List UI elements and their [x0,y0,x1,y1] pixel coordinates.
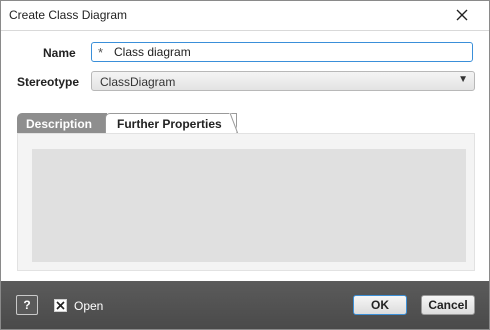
cancel-button[interactable]: Cancel [421,295,475,315]
tab-description-label: Description [26,117,93,131]
dialog-footer: ? Open OK Cancel [1,281,489,329]
tab-description[interactable]: Description [17,113,107,134]
chevron-down-icon: ▼ [458,74,468,85]
close-button[interactable] [453,6,471,24]
tab-further-properties-label: Further Properties [117,117,222,131]
open-checkbox[interactable] [54,299,67,312]
description-tab-panel [17,133,475,271]
name-field[interactable]: * [91,42,473,62]
create-class-diagram-dialog: Create Class Diagram Name * Stereotype C… [0,0,490,330]
required-marker: * [98,45,104,60]
close-icon [456,9,468,21]
open-checkbox-label: Open [74,299,104,313]
tab-edge-decoration [229,113,239,134]
stereotype-select[interactable]: ClassDiagram ▼ [91,71,475,91]
tab-further-properties[interactable]: Further Properties [105,113,237,134]
ok-button[interactable]: OK [353,295,407,315]
description-textarea[interactable] [32,149,466,262]
name-label: Name [43,46,76,60]
help-button[interactable]: ? [16,295,38,315]
stereotype-selected-value: ClassDiagram [100,75,176,89]
title-bar: Create Class Diagram [1,1,489,31]
checkmark-icon [56,301,65,310]
dialog-title: Create Class Diagram [9,8,128,22]
stereotype-label: Stereotype [17,75,80,89]
name-input[interactable] [114,44,464,60]
